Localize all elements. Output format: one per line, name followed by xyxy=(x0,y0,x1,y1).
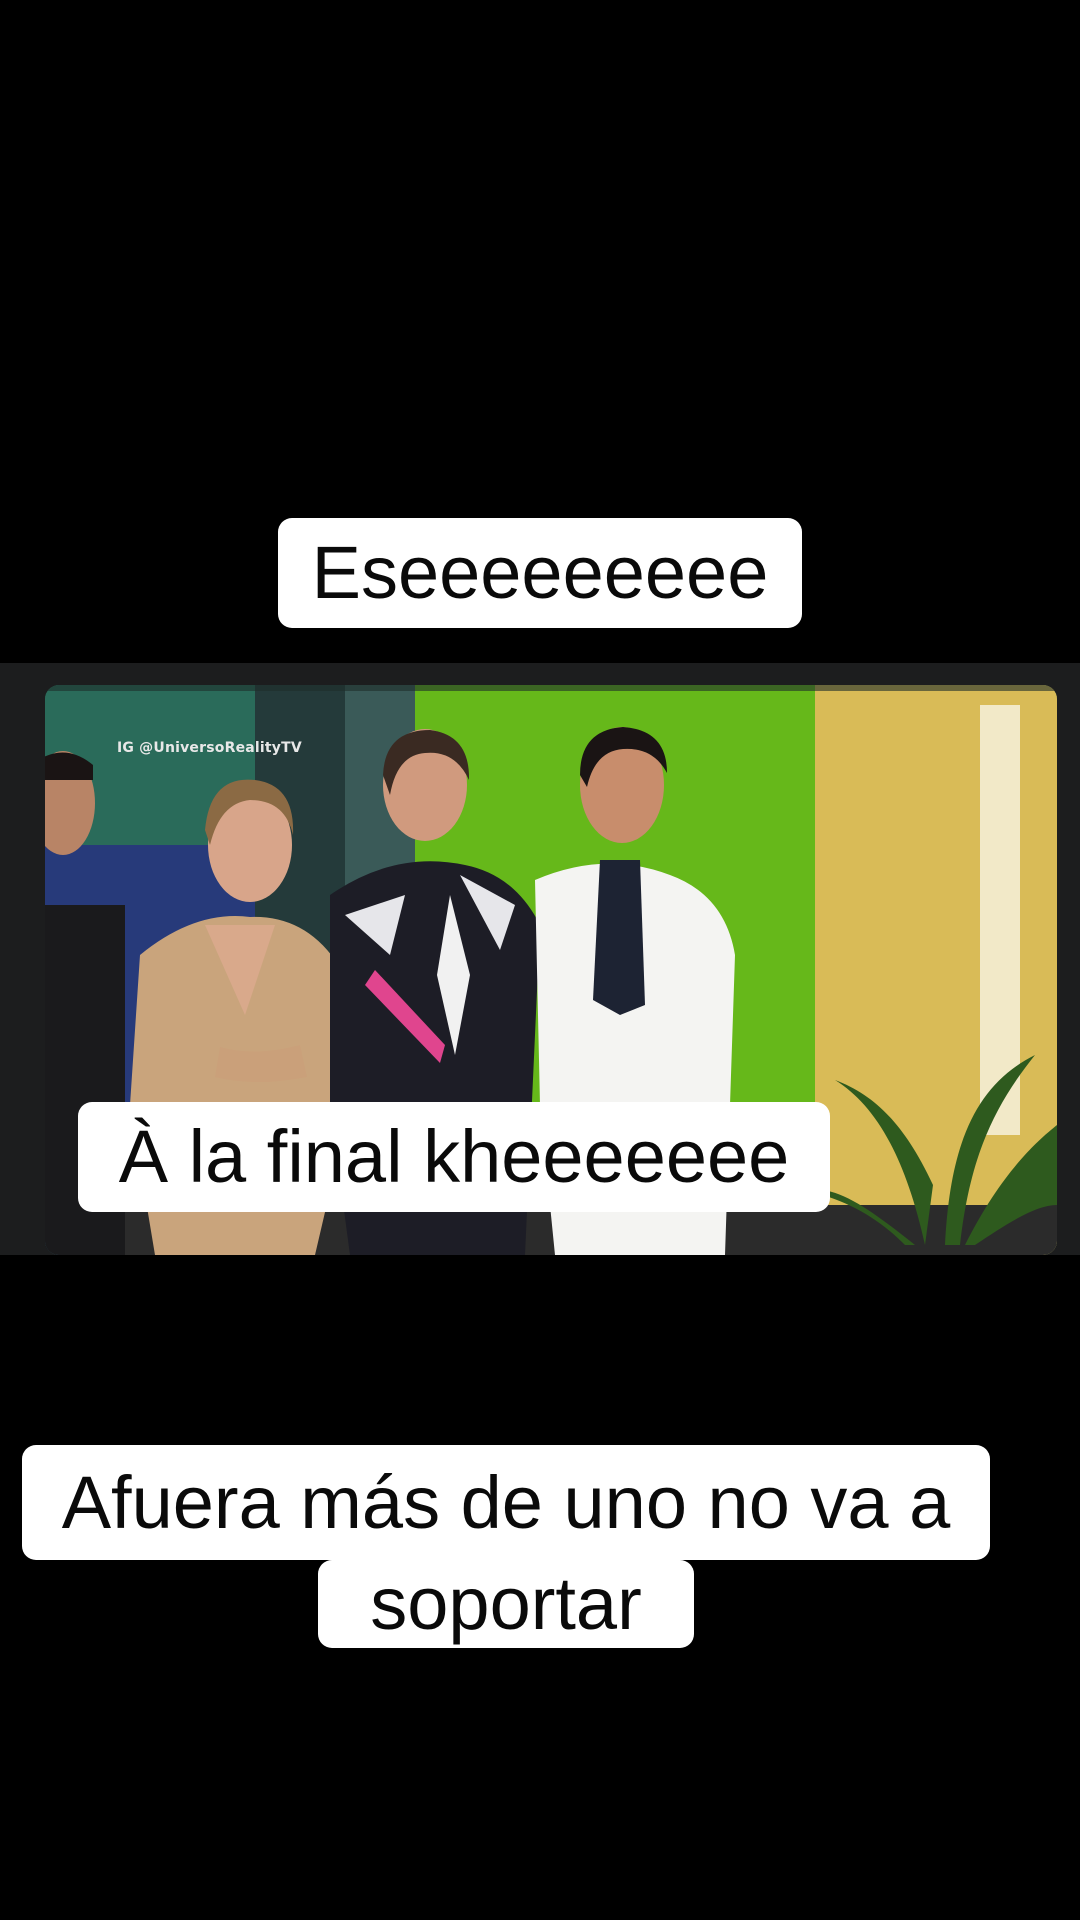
video-watermark: IG @UniversoRealityTV xyxy=(117,740,302,756)
caption-bottom-line2-text: soportar xyxy=(370,1562,642,1645)
caption-bottom-line1: Afuera más de uno no va a xyxy=(22,1445,990,1560)
caption-bottom-line2: soportar xyxy=(318,1560,694,1648)
scene-top-shadow xyxy=(45,685,1057,691)
caption-top: Eseeeeeeeee xyxy=(278,518,802,628)
caption-top-text: Eseeeeeeeee xyxy=(311,531,769,614)
caption-bottom-line1-text: Afuera más de uno no va a xyxy=(61,1460,951,1544)
caption-middle: À la final kheeeeeee xyxy=(78,1102,830,1212)
caption-middle-text: À la final kheeeeeee xyxy=(118,1115,790,1198)
